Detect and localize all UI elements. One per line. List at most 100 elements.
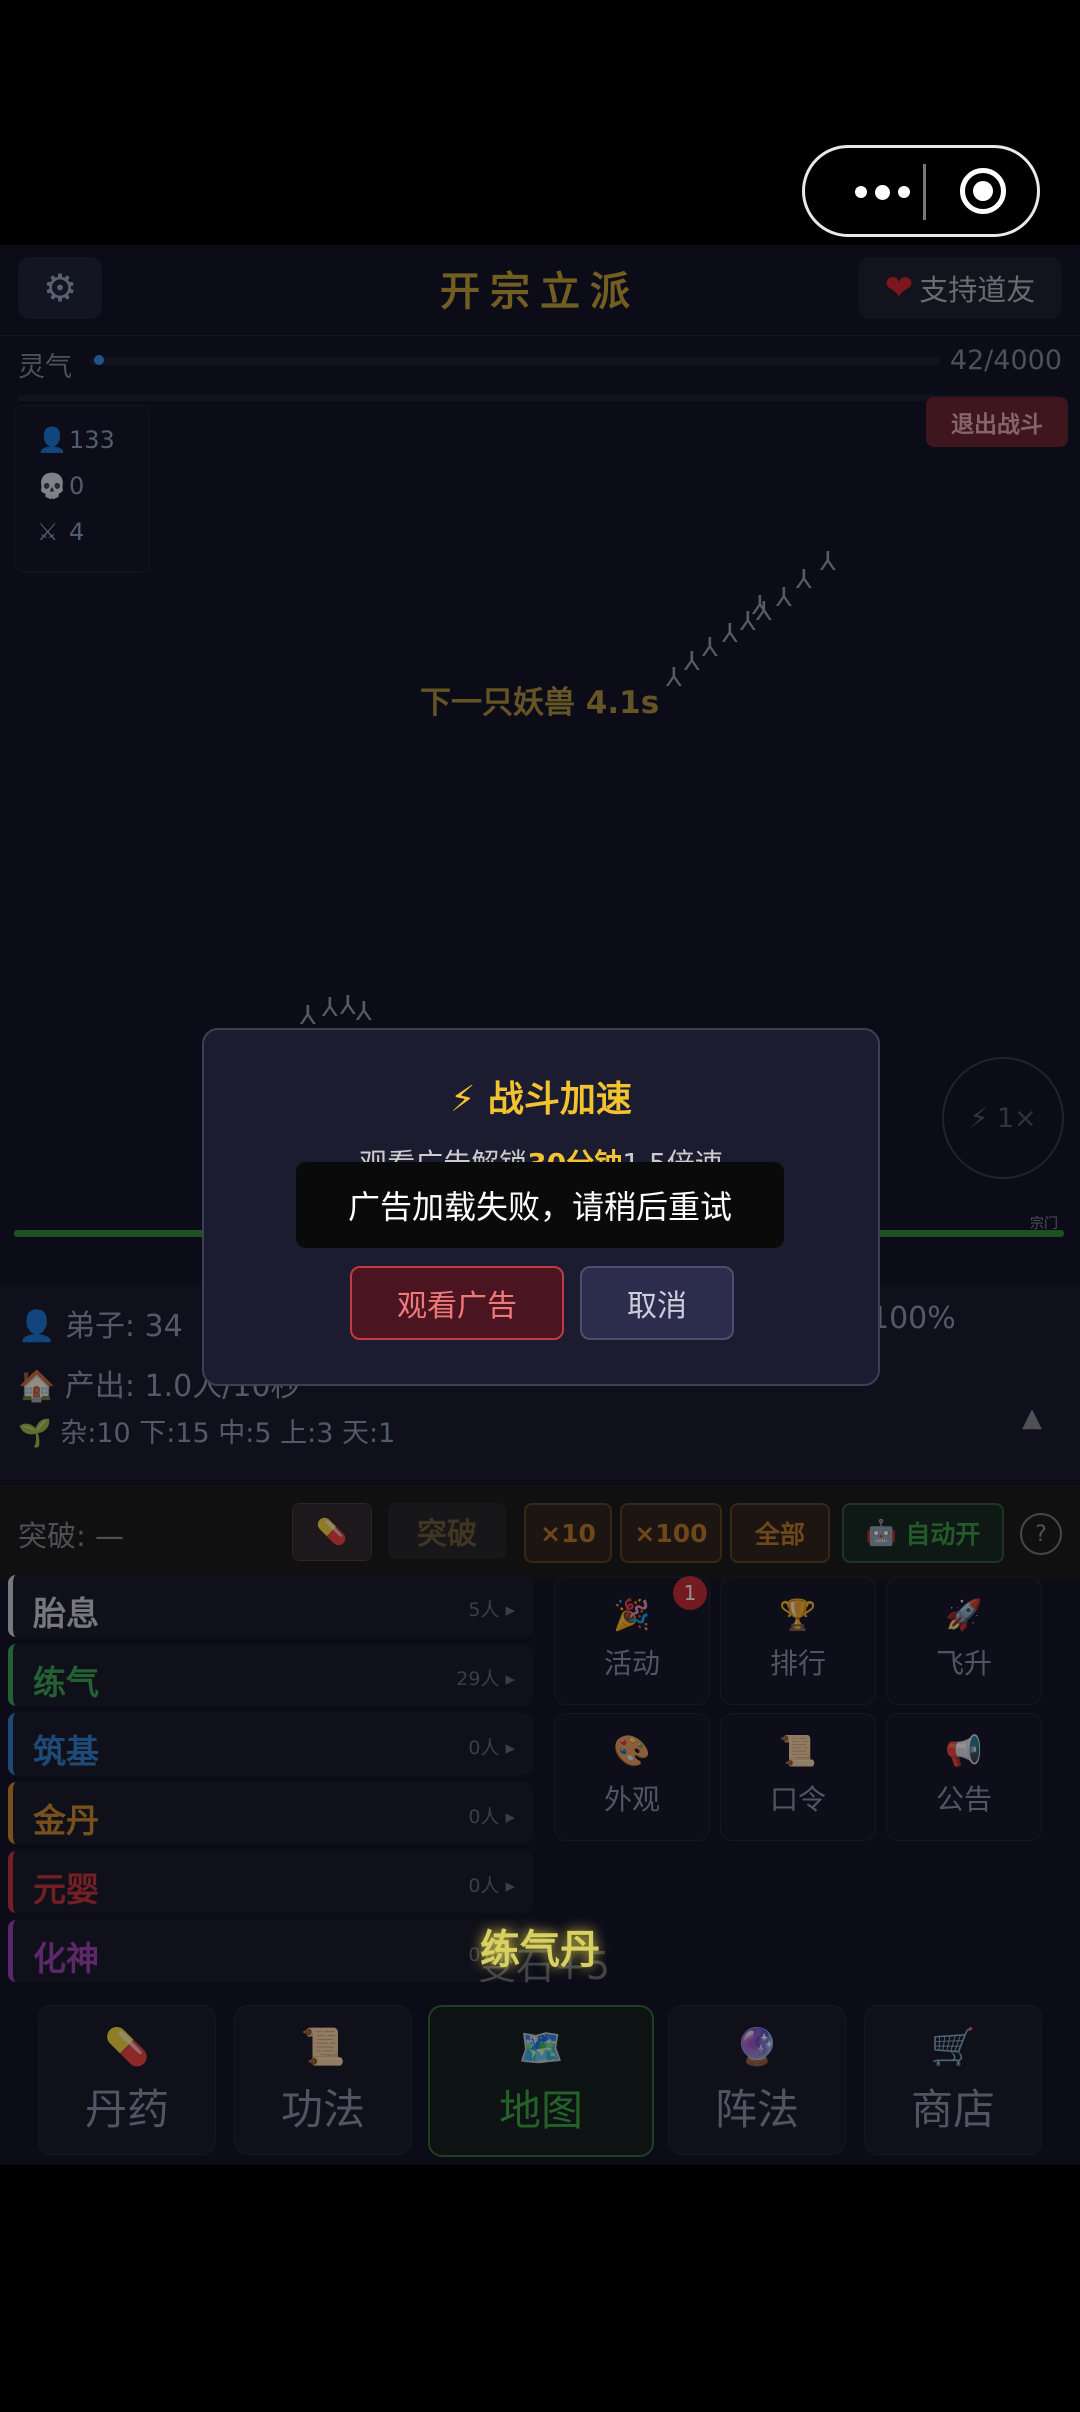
nav-pills[interactable]: 💊 丹药 bbox=[38, 2005, 216, 2155]
palette-icon: 🎨 bbox=[613, 1734, 651, 1769]
nav-techniques[interactable]: 📜 功法 bbox=[234, 2005, 412, 2155]
scroll-icon: 📜 bbox=[300, 2027, 346, 2068]
nav-label: 商店 bbox=[910, 2085, 995, 2134]
breakthrough-x100-button[interactable]: ×100 bbox=[620, 1503, 722, 1563]
ascend-button[interactable]: 🚀 飞升 bbox=[886, 1577, 1042, 1705]
heart-icon: ❤ bbox=[884, 268, 914, 308]
grades-text: 杂:10 下:15 中:5 上:3 天:1 bbox=[60, 1418, 396, 1449]
auto-open-button[interactable]: 🤖 自动开 bbox=[842, 1503, 1004, 1563]
megaphone-icon: 📢 bbox=[945, 1734, 983, 1769]
lightning-icon: ⚡ bbox=[969, 1102, 989, 1134]
support-button[interactable]: ❤ 支持道友 bbox=[858, 257, 1062, 319]
notification-badge: 1 bbox=[673, 1576, 707, 1610]
support-label: 支持道友 bbox=[919, 273, 1036, 307]
disciple-figure: ⅄ bbox=[684, 647, 700, 677]
disciple-figure: ⅄ bbox=[776, 583, 792, 613]
settings-button[interactable]: ⚙ bbox=[18, 257, 102, 319]
rocket-icon: 🚀 bbox=[945, 1598, 983, 1633]
exit-battle-button[interactable]: 退出战斗 bbox=[926, 397, 1068, 447]
disciple-figure: ⅄ bbox=[752, 591, 768, 621]
breakthrough-button[interactable]: 突破 bbox=[388, 1503, 506, 1559]
feature-label: 飞升 bbox=[935, 1647, 992, 1680]
qi-progress-fill bbox=[93, 355, 104, 365]
ranking-button[interactable]: 🏆 排行 bbox=[720, 1577, 876, 1705]
gate-label: 宗门 bbox=[1030, 1216, 1058, 1232]
breakthrough-all-button[interactable]: 全部 bbox=[730, 1503, 830, 1563]
nav-label: 丹药 bbox=[84, 2085, 169, 2134]
breakthrough-x10-button[interactable]: ×10 bbox=[524, 1503, 612, 1563]
feature-label: 活动 bbox=[603, 1647, 660, 1680]
speed-value: 1× bbox=[996, 1102, 1037, 1134]
nav-label: 阵法 bbox=[714, 2085, 799, 2134]
disciple-figure: ⅄ bbox=[666, 663, 682, 693]
floating-reward-text: 练气丹 bbox=[480, 1927, 600, 1973]
nav-formations[interactable]: 🔮 阵法 bbox=[668, 2005, 846, 2155]
realm-name: 胎息 bbox=[33, 1594, 99, 1633]
feature-label: 外观 bbox=[603, 1783, 660, 1816]
disciples-info: 👤 弟子: 34 bbox=[18, 1301, 183, 1345]
breakthrough-label: 突破: — bbox=[18, 1519, 124, 1553]
top-bar: ⚙ 开宗立派 ❤ 支持道友 bbox=[0, 245, 1080, 336]
cancel-button[interactable]: 取消 bbox=[580, 1266, 734, 1340]
cart-icon: 🛒 bbox=[930, 2027, 976, 2068]
monster-hp-bar bbox=[18, 395, 1058, 401]
miniprogram-capsule bbox=[802, 145, 1040, 237]
nav-label: 地图 bbox=[498, 2086, 583, 2135]
rate-info: 100% bbox=[870, 1301, 956, 1336]
collapse-arrow-icon[interactable]: ▲ bbox=[1022, 1403, 1042, 1433]
person-icon: 👤 bbox=[37, 426, 67, 454]
code-button[interactable]: 📜 口令 bbox=[720, 1713, 876, 1841]
realm-name: 化神 bbox=[33, 1939, 99, 1978]
realm-count: 5人 ▸ bbox=[468, 1599, 515, 1621]
gear-icon: ⚙ bbox=[42, 266, 78, 310]
pill-button[interactable]: 💊 bbox=[292, 1503, 372, 1561]
appearance-button[interactable]: 🎨 外观 bbox=[554, 1713, 710, 1841]
more-icon[interactable] bbox=[837, 170, 927, 214]
person-icon: 👤 bbox=[18, 1309, 56, 1344]
qi-label: 灵气 bbox=[18, 352, 72, 383]
nav-map[interactable]: 🗺️ 地图 bbox=[428, 2005, 654, 2157]
realm-item-lianqi[interactable]: 练气 29人 ▸ bbox=[8, 1644, 533, 1706]
kills-count: 4 bbox=[69, 518, 85, 546]
kills-stat: ⚔ 4 bbox=[37, 518, 84, 546]
deaths-stat: 💀0 bbox=[37, 472, 84, 500]
house-icon: 🏠 bbox=[18, 1369, 56, 1404]
qi-value: 42/4000 bbox=[949, 345, 1062, 376]
skull-icon: 💀 bbox=[37, 472, 67, 500]
realm-item-jindan[interactable]: 金丹 0人 ▸ bbox=[8, 1782, 533, 1844]
realm-name: 金丹 bbox=[33, 1801, 99, 1840]
sprout-icon: 🌱 bbox=[18, 1418, 52, 1449]
disciples-count: 133 bbox=[69, 426, 115, 454]
realm-item-huashen[interactable]: 化神 0人 ▸ bbox=[8, 1920, 533, 1982]
disciple-figure: ⅄ bbox=[356, 997, 372, 1027]
close-miniprogram-icon[interactable] bbox=[960, 168, 1006, 214]
realm-item-zhuji[interactable]: 筑基 0人 ▸ bbox=[8, 1713, 533, 1775]
realm-name: 元婴 bbox=[33, 1870, 99, 1909]
robot-icon: 🤖 bbox=[865, 1518, 897, 1547]
realm-name: 筑基 bbox=[33, 1732, 99, 1771]
pill-icon: 💊 bbox=[104, 2027, 150, 2068]
feature-label: 口令 bbox=[769, 1783, 826, 1816]
activity-button[interactable]: 1 🎉 活动 bbox=[554, 1576, 710, 1705]
disciple-figure: ⅄ bbox=[796, 565, 812, 595]
announcement-button[interactable]: 📢 公告 bbox=[886, 1713, 1042, 1841]
dialog-title: ⚡ 战斗加速 bbox=[450, 1079, 632, 1120]
realm-item-taixi[interactable]: 胎息 5人 ▸ bbox=[8, 1575, 533, 1637]
swords-icon: ⚔ bbox=[37, 518, 59, 546]
nav-label: 功法 bbox=[280, 2085, 365, 2134]
battle-stats-box: 👤133 💀0 ⚔ 4 bbox=[14, 405, 150, 573]
auto-open-label: 自动开 bbox=[905, 1520, 981, 1549]
disciples-stat: 👤133 bbox=[37, 426, 115, 454]
nav-shop[interactable]: 🛒 商店 bbox=[864, 2005, 1042, 2155]
realm-item-yuanying[interactable]: 元婴 0人 ▸ bbox=[8, 1851, 533, 1913]
speed-up-button[interactable]: ⚡ 1× bbox=[942, 1057, 1064, 1179]
qi-progress-bar bbox=[90, 357, 940, 365]
realm-name: 练气 bbox=[33, 1663, 99, 1702]
realm-count: 0人 ▸ bbox=[468, 1737, 515, 1759]
help-button[interactable]: ? bbox=[1020, 1513, 1062, 1555]
next-monster-timer: 下一只妖兽 4.1s bbox=[420, 685, 660, 721]
breakthrough-bar: 突破: — 💊 突破 ×10 ×100 全部 🤖 自动开 ? bbox=[0, 1485, 1080, 1581]
realm-count: 0人 ▸ bbox=[468, 1875, 515, 1897]
realm-count: 0人 ▸ bbox=[468, 1806, 515, 1828]
watch-ad-button[interactable]: 观看广告 bbox=[350, 1266, 564, 1340]
